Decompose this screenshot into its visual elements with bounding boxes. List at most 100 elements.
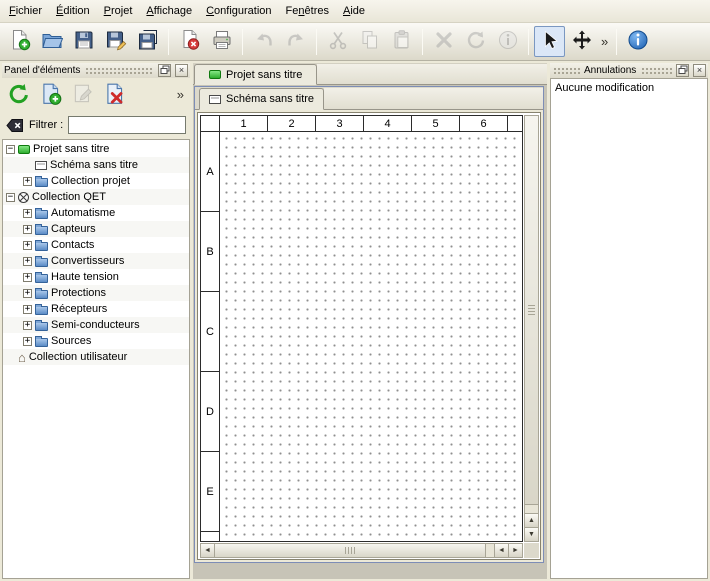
menu-projet[interactable]: Projet (97, 0, 140, 22)
close-diagram-button[interactable] (174, 26, 205, 57)
tree-item-label: Sources (51, 335, 91, 347)
expander-plus-icon[interactable]: + (23, 289, 32, 298)
hscroll-thumb[interactable] (215, 544, 486, 557)
workspace: Panel d'éléments × » Filtrer : −Projet s… (0, 61, 710, 581)
tree-item-semi-conducteurs[interactable]: + Semi-conducteurs (3, 317, 189, 333)
redo-icon (285, 29, 307, 54)
diagram-paper[interactable] (220, 132, 522, 541)
save-all-button[interactable] (132, 26, 163, 57)
reload-collections-button[interactable] (5, 81, 33, 109)
close-panel-button[interactable]: × (175, 64, 188, 77)
new-document-button[interactable] (4, 26, 35, 57)
copy-button[interactable] (354, 26, 385, 57)
horizontal-scrollbar[interactable]: ◄ ◄ ► (200, 543, 523, 558)
scroll-right-button[interactable]: ► (508, 544, 522, 557)
menu-fichier[interactable]: Fichier (2, 0, 49, 22)
redo-button[interactable] (280, 26, 311, 57)
delete-button[interactable] (428, 26, 459, 57)
dock-grip[interactable] (84, 66, 154, 75)
float-panel-button[interactable] (676, 64, 689, 77)
tab-projet-sans-titre[interactable]: Projet sans titre (194, 64, 317, 85)
scroll-down-button[interactable]: ▼ (525, 527, 538, 541)
close-panel-button[interactable]: × (693, 64, 706, 77)
ruler-row-D: D (201, 372, 219, 452)
delete-element-button[interactable] (101, 81, 129, 109)
rotate-button[interactable] (460, 26, 491, 57)
tree-item-collection-qet[interactable]: −Collection QET (3, 189, 189, 205)
pan-tool-button[interactable] (566, 26, 597, 57)
edit-element-button[interactable] (69, 81, 97, 109)
folder-icon (35, 258, 48, 267)
float-panel-button[interactable] (158, 64, 171, 77)
print-button[interactable] (206, 26, 237, 57)
folder-icon (35, 242, 48, 251)
expander-plus-icon[interactable]: + (23, 321, 32, 330)
expander-plus-icon[interactable]: + (23, 209, 32, 218)
vertical-scrollbar[interactable]: ▲ ▼ (524, 115, 539, 542)
menu-aide[interactable]: Aide (336, 0, 372, 22)
expander-plus-icon[interactable]: + (23, 273, 32, 282)
save-button[interactable] (68, 26, 99, 57)
tree-item-projet-sans-titre[interactable]: −Projet sans titre (3, 141, 189, 157)
undo-button[interactable] (248, 26, 279, 57)
expander-minus-icon[interactable]: − (6, 193, 15, 202)
tree-item-contacts[interactable]: +Contacts (3, 237, 189, 253)
tree-item-schema-sans-titre[interactable]: Schéma sans titre (3, 157, 189, 173)
cut-button[interactable] (322, 26, 353, 57)
info-gray-icon (497, 29, 519, 54)
menu-affichage[interactable]: Affichage (139, 0, 199, 22)
open-project-button[interactable] (36, 26, 67, 57)
tree-item-recepteurs[interactable]: +Récepteurs (3, 301, 189, 317)
paste-button[interactable] (386, 26, 417, 57)
qet-icon (18, 192, 29, 203)
tree-item-label: Semi-conducteurs (51, 319, 140, 331)
expander-minus-icon[interactable]: − (6, 145, 15, 154)
menu-configuration[interactable]: Configuration (199, 0, 278, 22)
filter-input[interactable] (68, 116, 186, 134)
tree-item-label: Collection utilisateur (29, 351, 127, 363)
scissors-icon (327, 29, 349, 54)
tab-schema-sans-titre[interactable]: Schéma sans titre (199, 88, 324, 110)
menu-fenetres[interactable]: Fenêtres (279, 0, 336, 22)
tree-item-automatisme[interactable]: + Automatisme (3, 205, 189, 221)
scroll-up-button[interactable]: ▲ (525, 513, 538, 527)
save-as-button[interactable] (100, 26, 131, 57)
tree-item-protections[interactable]: +Protections (3, 285, 189, 301)
vscroll-thumb[interactable] (525, 116, 538, 505)
expander-plus-icon[interactable]: + (23, 257, 32, 266)
conductor-info-button[interactable] (492, 26, 523, 57)
clear-filter-icon[interactable] (6, 118, 24, 133)
expander-plus-icon[interactable]: + (23, 305, 32, 314)
move-arrows-icon (571, 29, 593, 54)
ruler-column-4: 4 (364, 116, 412, 131)
tree-item-sources[interactable]: + Sources (3, 333, 189, 349)
project-tabbar: Projet sans titre (193, 63, 547, 85)
expander-plus-icon[interactable]: + (23, 177, 32, 186)
about-button[interactable] (622, 26, 653, 57)
tree-item-collection-projet[interactable]: +Collection projet (3, 173, 189, 189)
new-element-button[interactable] (37, 81, 65, 109)
tree-item-capteurs[interactable]: +Capteurs (3, 221, 189, 237)
undo-icon (253, 29, 275, 54)
tree-item-collection-utilisateur[interactable]: ⌂Collection utilisateur (3, 349, 189, 365)
ruler-column-2: 2 (268, 116, 316, 131)
tree-item-haute-tension[interactable]: +Haute tension (3, 269, 189, 285)
undo-list[interactable]: Aucune modification (550, 78, 708, 579)
undo-panel-titlebar[interactable]: Annulations × (550, 63, 708, 78)
scroll-left-button[interactable]: ◄ (201, 544, 215, 557)
copy-icon (359, 29, 381, 54)
select-tool-button[interactable] (534, 26, 565, 57)
toolbar-overflow-button[interactable]: » (598, 29, 611, 55)
elements-panel-titlebar[interactable]: Panel d'éléments × (2, 63, 190, 78)
dock-grip[interactable] (552, 66, 580, 75)
new-element-icon (39, 82, 63, 109)
expander-plus-icon[interactable]: + (23, 241, 32, 250)
panel-toolbar-overflow-button[interactable]: » (174, 82, 187, 108)
expander-plus-icon[interactable]: + (23, 337, 32, 346)
dock-grip[interactable] (640, 66, 672, 75)
scroll-left-button-2[interactable]: ◄ (494, 544, 508, 557)
tree-item-convertisseurs[interactable]: +Convertisseurs (3, 253, 189, 269)
tree-item-label: Automatisme (51, 207, 115, 219)
expander-plus-icon[interactable]: + (23, 225, 32, 234)
menu-edition[interactable]: Édition (49, 0, 97, 22)
